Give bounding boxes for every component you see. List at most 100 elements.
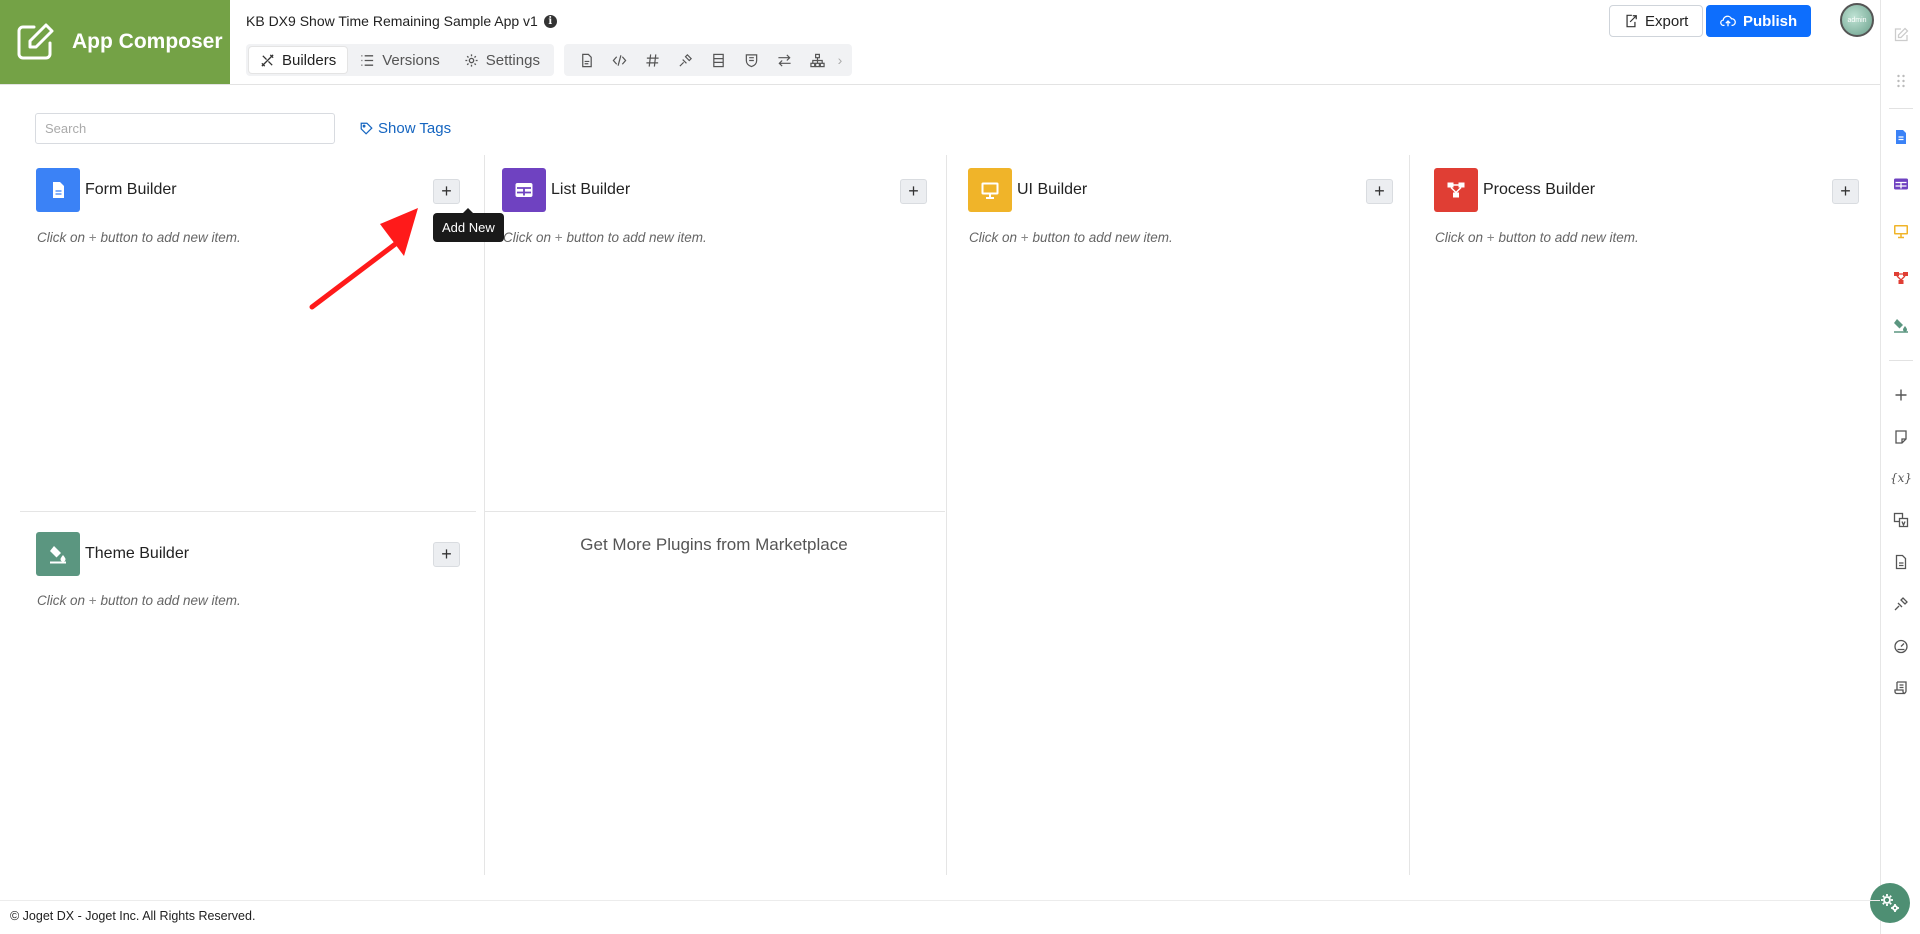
process-builder-title: Process Builder <box>1483 181 1596 198</box>
plugin-icon <box>679 53 692 67</box>
theme-builder-add-button[interactable]: + <box>433 542 460 567</box>
arrows-icon <box>778 53 791 67</box>
datalist-icon <box>713 53 724 67</box>
theme-builder-icon <box>1894 319 1908 333</box>
publish-button[interactable]: Publish <box>1706 5 1812 37</box>
rail-plugin[interactable] <box>1881 589 1920 619</box>
list-builder-title: List Builder <box>551 181 631 198</box>
publish-label: Publish <box>1743 12 1798 30</box>
right-rail: {x} <box>1880 0 1920 934</box>
tab-builders[interactable]: Builders <box>249 47 348 73</box>
rail-translate[interactable] <box>1881 505 1920 535</box>
rail-add[interactable] <box>1881 380 1920 410</box>
tool-sitemap[interactable] <box>801 44 834 76</box>
tab-builders-label: Builders <box>282 51 337 69</box>
builders-icon <box>261 53 274 67</box>
marketplace-link[interactable]: Get More Plugins from Marketplace <box>485 535 943 555</box>
rail-drag[interactable] <box>1881 66 1920 96</box>
scroll-icon <box>1894 681 1907 695</box>
tab-versions-label: Versions <box>382 51 440 69</box>
tool-arrows[interactable] <box>768 44 801 76</box>
rail-logs[interactable] <box>1881 673 1920 703</box>
avatar-label: admin <box>1847 16 1867 24</box>
header: App Composer KB DX9 Show Time Remaining … <box>0 0 1880 85</box>
tab-settings[interactable]: Settings <box>453 47 551 73</box>
document-icon <box>1895 554 1907 570</box>
ui-builder-add-button[interactable]: + <box>1366 179 1393 204</box>
rail-edit[interactable] <box>1881 20 1920 50</box>
hash-icon <box>646 53 659 67</box>
ui-builder-title: UI Builder <box>1017 181 1088 198</box>
process-builder-header[interactable]: Process Builder <box>1434 168 1595 212</box>
list-builder-add-button[interactable]: + <box>900 179 927 204</box>
info-icon[interactable]: i <box>543 14 557 28</box>
plugin-icon <box>1894 597 1908 611</box>
code-icon <box>612 54 627 66</box>
brand[interactable]: App Composer <box>0 0 230 84</box>
translate-icon <box>1893 512 1909 528</box>
theme-builder-hint: Click on + button to add new item. <box>37 593 241 608</box>
export-button[interactable]: Export <box>1609 5 1704 37</box>
builder-tabs: Builders Versions Settings <box>246 44 554 76</box>
plus-icon <box>1895 389 1907 401</box>
theme-builder-header[interactable]: Theme Builder <box>36 532 189 576</box>
column-divider <box>1409 155 1410 875</box>
rail-theme-builder[interactable] <box>1881 310 1920 340</box>
chevron-right-icon[interactable]: › <box>834 52 846 68</box>
rail-divider <box>1889 360 1913 361</box>
variable-icon: {x} <box>1889 471 1913 485</box>
rail-list-builder[interactable] <box>1881 169 1920 199</box>
footer: © Joget DX - Joget Inc. All Rights Reser… <box>0 900 1880 934</box>
tag-icon <box>360 122 373 135</box>
rail-document[interactable] <box>1881 547 1920 577</box>
gear-icon <box>465 53 478 67</box>
form-builder-header[interactable]: Form Builder <box>36 168 177 212</box>
tool-form[interactable] <box>570 44 603 76</box>
gears-icon <box>1881 894 1899 912</box>
process-builder-icon <box>1434 168 1478 212</box>
tool-hash[interactable] <box>636 44 669 76</box>
list-builder-header[interactable]: List Builder <box>502 168 630 212</box>
rail-process-builder[interactable] <box>1881 263 1920 293</box>
shield-icon <box>745 53 758 67</box>
tool-datalist[interactable] <box>702 44 735 76</box>
tab-settings-label: Settings <box>485 51 540 69</box>
rail-form-builder[interactable] <box>1881 122 1920 152</box>
cloud-upload-icon <box>1720 15 1736 27</box>
rail-variables[interactable]: {x} <box>1881 463 1920 493</box>
avatar[interactable]: admin <box>1840 3 1874 37</box>
form-builder-hint: Click on + button to add new item. <box>37 230 241 245</box>
form-builder-title: Form Builder <box>85 181 177 198</box>
rail-divider <box>1889 108 1913 109</box>
form-builder-icon <box>1896 130 1906 144</box>
ui-builder-icon <box>968 168 1012 212</box>
process-builder-hint: Click on + button to add new item. <box>1435 230 1639 245</box>
form-icon <box>582 53 592 67</box>
process-builder-add-button[interactable]: + <box>1832 179 1859 204</box>
rail-ui-builder[interactable] <box>1881 216 1920 246</box>
list-builder-icon <box>502 168 546 212</box>
app-title: KB DX9 Show Time Remaining Sample App v1… <box>246 13 557 29</box>
export-label: Export <box>1645 12 1689 30</box>
tab-versions[interactable]: Versions <box>349 47 451 73</box>
tool-plugin[interactable] <box>669 44 702 76</box>
note-icon <box>1895 430 1907 444</box>
rail-note[interactable] <box>1881 422 1920 452</box>
ui-builder-icon <box>1894 225 1908 239</box>
tool-code[interactable] <box>603 44 636 76</box>
theme-builder-title: Theme Builder <box>85 545 190 562</box>
builder-toolbar: › <box>564 44 852 76</box>
annotation-arrow <box>309 208 418 310</box>
show-tags-label: Show Tags <box>378 120 452 137</box>
export-icon <box>1626 14 1637 28</box>
brand-name: App Composer <box>72 30 223 53</box>
ui-builder-hint: Click on + button to add new item. <box>969 230 1173 245</box>
tool-shield[interactable] <box>735 44 768 76</box>
list-builder-icon <box>1894 178 1908 190</box>
app-title-text: KB DX9 Show Time Remaining Sample App v1 <box>246 13 538 29</box>
search-input[interactable] <box>35 113 335 144</box>
rail-performance[interactable] <box>1881 631 1920 661</box>
ui-builder-header[interactable]: UI Builder <box>968 168 1087 212</box>
show-tags-link[interactable]: Show Tags <box>360 120 451 137</box>
sitemap-icon <box>810 53 825 67</box>
